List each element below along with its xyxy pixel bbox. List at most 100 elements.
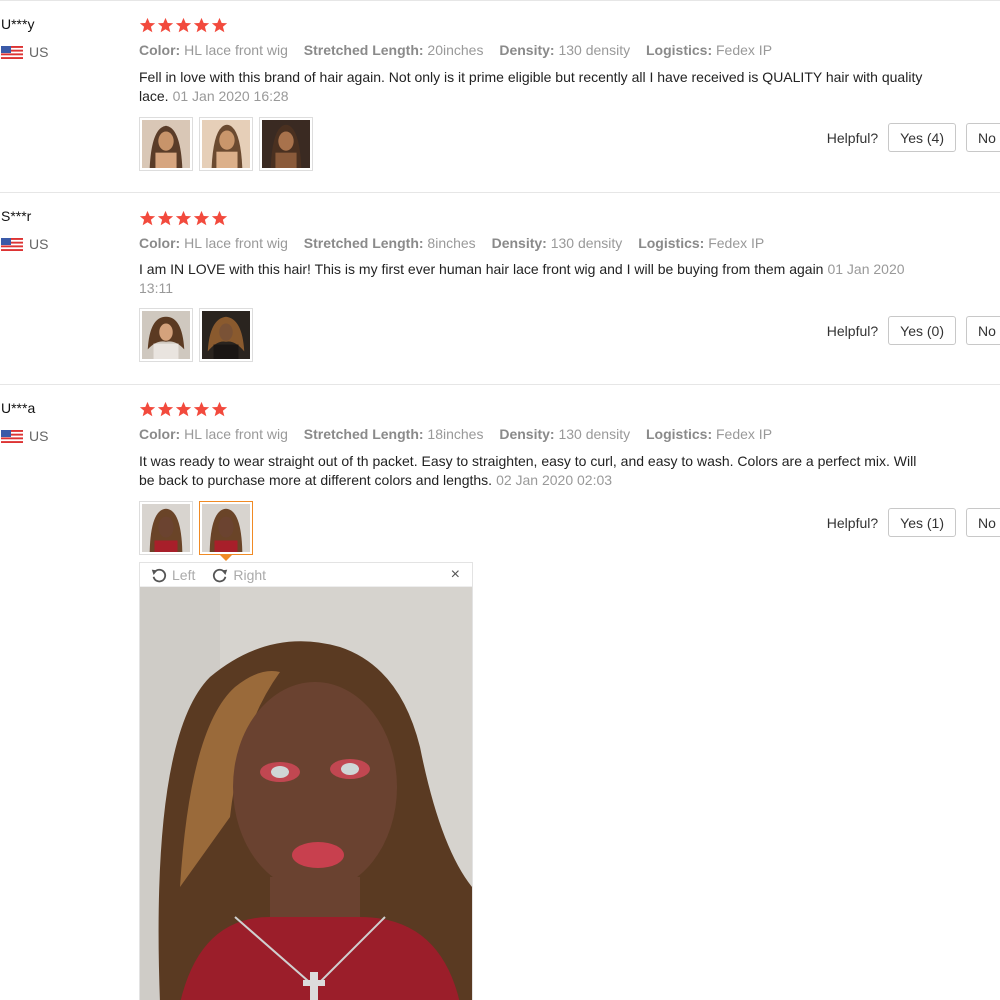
attr-label: Stretched Length: [303,235,424,251]
photo-image [142,504,190,552]
attr-value: HL lace front wig [184,235,288,251]
star-icon [157,210,174,226]
review-photo-thumbnail[interactable] [139,501,193,555]
attr-label: Logistics: [645,42,713,58]
photo-viewer: Left Right × [139,562,473,1000]
review-date: 02 Jan 2020 02:03 [496,472,613,488]
photo-image [262,120,310,168]
country-code: US [29,44,49,60]
attr-value: 130 density [558,426,631,442]
star-icon [139,210,156,226]
helpful-label: Helpful? [826,322,879,339]
star-rating [139,401,228,418]
attr-label: Density: [499,426,555,442]
star-icon [193,17,210,33]
review-body: I am IN LOVE with this hair! This is my … [139,261,824,277]
attr-color: Color: HL lace front wig [139,42,288,58]
attr-label: Density: [491,235,547,251]
helpful-yes-button[interactable]: Yes (0) [888,316,956,345]
review-photos [139,308,253,362]
attr-value: Fedex IP [716,42,773,58]
star-icon [211,401,228,417]
us-flag-icon [1,45,23,59]
rotate-right-label: Right [233,566,267,583]
review-photo-thumbnail-selected[interactable] [199,501,253,555]
divider [0,0,1000,1]
expanded-photo [140,587,472,1000]
attr-value: Fedex IP [708,235,765,251]
attr-logistics: Logistics: Fedex IP [646,42,772,58]
attr-length: Stretched Length: 8inches [304,235,476,251]
rotate-left-label: Left [172,566,196,583]
star-icon [211,17,228,33]
attr-logistics: Logistics: Fedex IP [638,235,764,251]
helpful-controls: Helpful? Yes (1) No [827,508,1000,537]
attr-label: Color: [139,235,181,251]
photo-image [142,311,190,359]
helpful-no-button[interactable]: No [966,508,1000,537]
reviewer-name: U***y [1,16,35,32]
star-icon [175,17,192,33]
attr-value: Fedex IP [716,426,773,442]
helpful-controls: Helpful? Yes (4) No [827,123,1000,152]
attr-length: Stretched Length: 20inches [304,42,484,58]
attr-label: Color: [139,42,181,58]
helpful-no-button[interactable]: No [966,123,1000,152]
attr-label: Density: [499,42,555,58]
review-item: S***r US Color: HL lace front wig Stretc… [0,192,1000,384]
helpful-no-button[interactable]: No [966,316,1000,345]
close-icon[interactable]: × [451,566,460,584]
photo-image [202,504,250,552]
helpful-label: Helpful? [826,129,879,146]
review-date: 01 Jan 2020 16:28 [172,88,289,104]
review-photo-thumbnail[interactable] [199,308,253,362]
star-rating [139,17,228,34]
country-code: US [29,428,49,444]
rotate-left-button[interactable]: Left [150,566,195,584]
rotate-right-icon [213,568,228,582]
photo-viewer-toolbar: Left Right × [140,563,472,587]
attr-logistics: Logistics: Fedex IP [646,426,772,442]
helpful-label: Helpful? [826,514,879,531]
star-icon [175,210,192,226]
star-icon [139,401,156,417]
review-photo-thumbnail[interactable] [139,308,193,362]
reviewer-country: US [1,236,48,252]
attr-value: HL lace front wig [184,426,288,442]
attr-value: HL lace front wig [184,42,288,58]
review-photos [139,117,313,171]
photo-image [202,120,250,168]
attr-value: 130 density [558,42,631,58]
attr-value: 8inches [427,235,476,251]
review-text: I am IN LOVE with this hair! This is my … [139,260,929,298]
review-item: U***y US Color: HL lace front wig Stretc… [0,0,1000,192]
product-attributes: Color: HL lace front wig Stretched Lengt… [139,235,776,251]
star-icon [157,17,174,33]
photo-image [142,120,190,168]
review-photo-thumbnail[interactable] [199,117,253,171]
helpful-yes-button[interactable]: Yes (1) [888,508,956,537]
reviewer-name: S***r [1,208,32,224]
rotate-right-button[interactable]: Right [211,566,266,584]
helpful-yes-button[interactable]: Yes (4) [888,123,956,152]
photo-image [202,311,250,359]
photo-viewer-image [140,587,472,1000]
product-attributes: Color: HL lace front wig Stretched Lengt… [139,42,784,58]
us-flag-icon [1,429,23,443]
rotate-left-icon [151,568,167,582]
country-code: US [29,236,49,252]
attr-value: 130 density [550,235,623,251]
star-icon [139,17,156,33]
helpful-controls: Helpful? Yes (0) No [827,316,1000,345]
attr-label: Stretched Length: [303,426,424,442]
attr-density: Density: 130 density [492,235,623,251]
attr-density: Density: 130 density [499,426,630,442]
attr-label: Color: [139,426,181,442]
review-text: It was ready to wear straight out of th … [139,452,929,490]
review-photo-thumbnail[interactable] [259,117,313,171]
divider [0,384,1000,385]
reviewer-country: US [1,428,48,444]
attr-color: Color: HL lace front wig [139,235,288,251]
attr-length: Stretched Length: 18inches [304,426,484,442]
review-photo-thumbnail[interactable] [139,117,193,171]
